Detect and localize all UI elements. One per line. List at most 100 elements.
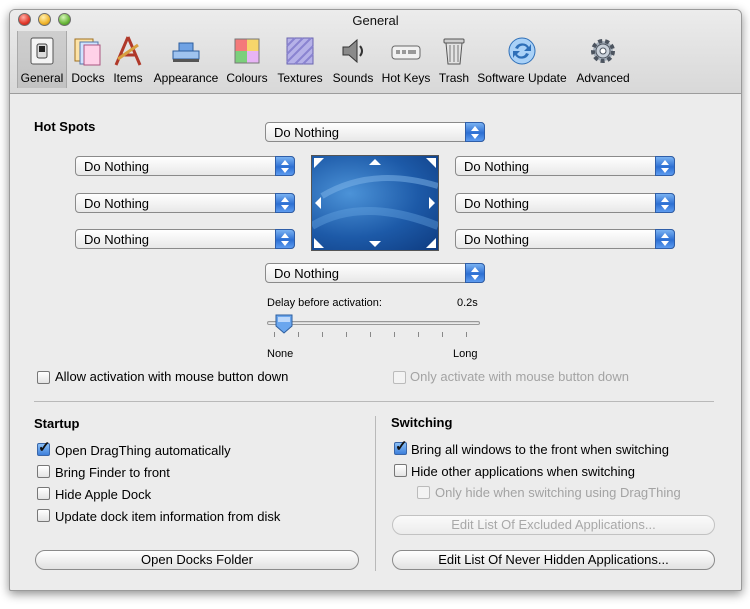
hot-spot-left-popup[interactable]: Do Nothing <box>75 193 295 213</box>
chevron-updown-icon <box>655 193 675 213</box>
slider-tick <box>322 332 323 337</box>
allow-mouse-down-checkbox[interactable] <box>37 371 50 384</box>
slider-tick <box>418 332 419 337</box>
slider-tick <box>370 332 371 337</box>
bring-finder-label: Bring Finder to front <box>55 465 170 480</box>
tab-appearance[interactable]: Appearance <box>150 31 222 88</box>
tab-trash[interactable]: Trash <box>435 31 473 88</box>
preferences-window: General General Docks Items Appearance C… <box>9 9 742 591</box>
tab-general[interactable]: General <box>17 31 67 88</box>
open-docks-folder-button[interactable]: Open Docks Folder <box>35 550 359 570</box>
update-dock-info-label: Update dock item information from disk <box>55 509 281 524</box>
preferences-toolbar: General Docks Items Appearance Colours T… <box>10 31 741 88</box>
trash-icon <box>443 38 465 65</box>
hide-apple-dock-checkbox[interactable] <box>37 487 50 500</box>
delay-value: 0.2s <box>457 297 478 309</box>
delay-slider-thumb[interactable] <box>275 314 293 334</box>
software-update-icon <box>508 37 536 65</box>
switching-heading: Switching <box>391 415 453 430</box>
hot-spot-bottom-popup[interactable]: Do Nothing <box>265 263 485 283</box>
window-title: General <box>352 13 399 28</box>
hide-other-apps-checkbox[interactable] <box>394 464 407 477</box>
section-divider <box>34 401 714 402</box>
chevron-updown-icon <box>655 229 675 249</box>
hide-other-apps-label: Hide other applications when switching <box>411 464 636 479</box>
tab-items[interactable]: Items <box>109 31 147 88</box>
tab-label: Items <box>113 71 143 85</box>
chevron-updown-icon <box>275 229 295 249</box>
hot-spot-right-popup[interactable]: Do Nothing <box>455 193 675 213</box>
bring-all-windows-label: Bring all windows to the front when swit… <box>411 442 669 457</box>
tab-sounds[interactable]: Sounds <box>331 31 375 88</box>
docks-icon <box>74 38 101 66</box>
slider-tick <box>346 332 347 337</box>
only-hide-dragthing-checkbox[interactable] <box>417 486 430 499</box>
tab-docks[interactable]: Docks <box>69 31 107 88</box>
popup-value: Do Nothing <box>84 196 150 211</box>
delay-slider-track[interactable] <box>267 321 480 325</box>
checkmark-icon: ✓ <box>38 439 51 456</box>
hot-spot-top-popup[interactable]: Do Nothing <box>265 122 485 142</box>
slider-max-label: Long <box>453 348 478 360</box>
slider-tick <box>466 332 467 337</box>
tab-advanced[interactable]: Advanced <box>571 31 635 88</box>
items-icon <box>114 36 142 66</box>
bring-finder-checkbox[interactable] <box>37 465 50 478</box>
edit-excluded-apps-button[interactable]: Edit List Of Excluded Applications... <box>392 515 715 535</box>
open-automatically-checkbox[interactable]: ✓ <box>37 439 51 456</box>
hot-spot-top-right-popup[interactable]: Do Nothing <box>455 156 675 176</box>
slider-min-label: None <box>267 348 294 360</box>
general-switch-icon <box>30 37 54 65</box>
screen-corners-icon <box>312 158 438 248</box>
screen-preview <box>311 155 439 251</box>
tab-software-update[interactable]: Software Update <box>476 31 568 88</box>
chevron-updown-icon <box>655 156 675 176</box>
colours-icon <box>234 38 260 64</box>
general-pane: Hot Spots Do Nothing Do Nothing Do Nothi… <box>10 94 741 590</box>
tab-label: Colours <box>226 71 268 85</box>
keyboard-icon <box>391 45 421 60</box>
tab-textures[interactable]: Textures <box>273 31 327 88</box>
popup-value: Do Nothing <box>84 232 150 247</box>
tab-label: Docks <box>71 71 105 85</box>
slider-tick <box>394 332 395 337</box>
only-mouse-down-checkbox[interactable] <box>393 371 406 384</box>
startup-heading: Startup <box>34 416 80 431</box>
slider-tick <box>298 332 299 337</box>
gear-icon <box>591 39 615 63</box>
checkmark-icon: ✓ <box>395 438 408 455</box>
title-bar: General General Docks Items Appearance C… <box>10 10 741 94</box>
tab-label: Hot Keys <box>381 71 431 85</box>
bring-all-windows-checkbox[interactable]: ✓ <box>394 438 408 455</box>
hot-spots-heading: Hot Spots <box>34 119 96 134</box>
only-hide-dragthing-label: Only hide when switching using DragThing <box>435 485 681 500</box>
speaker-icon <box>342 38 363 64</box>
hot-spot-bottom-left-popup[interactable]: Do Nothing <box>75 229 295 249</box>
chevron-updown-icon <box>275 193 295 213</box>
tab-hot-keys[interactable]: Hot Keys <box>379 31 433 88</box>
hot-spot-bottom-right-popup[interactable]: Do Nothing <box>455 229 675 249</box>
chevron-updown-icon <box>465 122 485 142</box>
delay-label: Delay before activation: <box>267 297 382 309</box>
tab-label: Appearance <box>153 71 219 85</box>
popup-value: Do Nothing <box>464 232 530 247</box>
tab-colours[interactable]: Colours <box>224 31 270 88</box>
update-dock-info-checkbox[interactable] <box>37 509 50 522</box>
only-mouse-down-label: Only activate with mouse button down <box>410 369 629 384</box>
hide-apple-dock-label: Hide Apple Dock <box>55 487 152 502</box>
popup-value: Do Nothing <box>464 159 530 174</box>
tab-label: General <box>20 71 64 85</box>
chevron-updown-icon <box>275 156 295 176</box>
slider-tick <box>442 332 443 337</box>
popup-value: Do Nothing <box>274 125 340 140</box>
column-divider <box>375 416 376 571</box>
tab-label: Textures <box>277 71 323 85</box>
popup-value: Do Nothing <box>464 196 530 211</box>
edit-never-hidden-apps-button[interactable]: Edit List Of Never Hidden Applications..… <box>392 550 715 570</box>
popup-value: Do Nothing <box>274 266 340 281</box>
popup-value: Do Nothing <box>84 159 150 174</box>
tab-label: Trash <box>438 71 470 85</box>
hot-spot-top-left-popup[interactable]: Do Nothing <box>75 156 295 176</box>
open-automatically-label: Open DragThing automatically <box>55 443 231 458</box>
tab-label: Sounds <box>332 71 374 85</box>
